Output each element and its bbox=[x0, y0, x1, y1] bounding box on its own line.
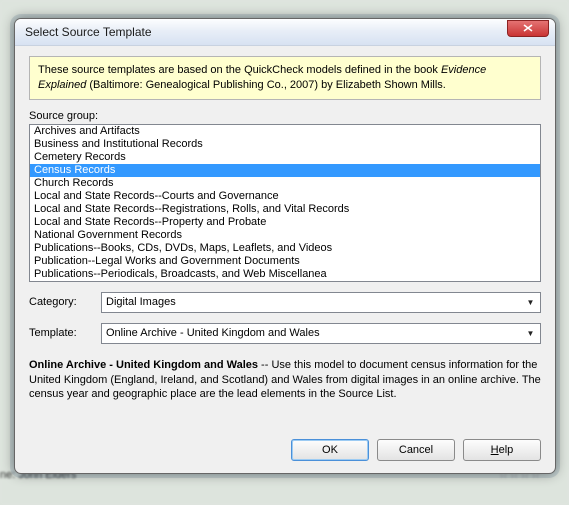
source-group-item[interactable]: Publications--Books, CDs, DVDs, Maps, Le… bbox=[30, 242, 540, 255]
category-label: Category: bbox=[29, 296, 101, 308]
ok-button[interactable]: OK bbox=[291, 439, 369, 461]
source-group-item[interactable]: Publications--Periodicals, Broadcasts, a… bbox=[30, 268, 540, 281]
help-label-rest: elp bbox=[499, 444, 514, 456]
help-button[interactable]: Help bbox=[463, 439, 541, 461]
source-group-item[interactable]: Publication--Legal Works and Government … bbox=[30, 255, 540, 268]
description-title: Online Archive - United Kingdom and Wale… bbox=[29, 359, 258, 371]
titlebar: Select Source Template bbox=[15, 19, 555, 46]
source-group-item[interactable]: Archives and Artifacts bbox=[30, 125, 540, 138]
template-label: Template: bbox=[29, 327, 101, 339]
source-group-item[interactable]: Local and State Records--Courts and Gove… bbox=[30, 190, 540, 203]
info-text-post: (Baltimore: Genealogical Publishing Co.,… bbox=[89, 79, 445, 91]
template-description: Online Archive - United Kingdom and Wale… bbox=[29, 358, 541, 403]
window-title: Select Source Template bbox=[25, 25, 507, 39]
close-button[interactable] bbox=[507, 20, 549, 37]
template-select[interactable]: Online Archive - United Kingdom and Wale… bbox=[101, 323, 541, 344]
chevron-down-icon: ▼ bbox=[523, 326, 538, 341]
category-select[interactable]: Digital Images ▼ bbox=[101, 292, 541, 313]
source-group-item[interactable]: Census Records bbox=[30, 164, 540, 177]
source-group-label: Source group: bbox=[29, 110, 541, 122]
source-group-item[interactable]: Local and State Records--Property and Pr… bbox=[30, 216, 540, 229]
info-text-pre: These source templates are based on the … bbox=[38, 64, 438, 76]
source-group-item[interactable]: Church Records bbox=[30, 177, 540, 190]
template-value: Online Archive - United Kingdom and Wale… bbox=[106, 327, 320, 339]
source-group-item[interactable]: Cemetery Records bbox=[30, 151, 540, 164]
close-icon bbox=[523, 24, 533, 32]
info-box: These source templates are based on the … bbox=[29, 56, 541, 100]
cancel-button[interactable]: Cancel bbox=[377, 439, 455, 461]
chevron-down-icon: ▼ bbox=[523, 295, 538, 310]
select-source-template-dialog: Select Source Template These source temp… bbox=[14, 18, 556, 474]
source-group-item[interactable]: Business and Institutional Records bbox=[30, 138, 540, 151]
source-group-item[interactable]: National Government Records bbox=[30, 229, 540, 242]
source-group-listbox[interactable]: Archives and ArtifactsBusiness and Insti… bbox=[29, 124, 541, 282]
source-group-item[interactable]: Local and State Records--Registrations, … bbox=[30, 203, 540, 216]
category-value: Digital Images bbox=[106, 296, 176, 308]
